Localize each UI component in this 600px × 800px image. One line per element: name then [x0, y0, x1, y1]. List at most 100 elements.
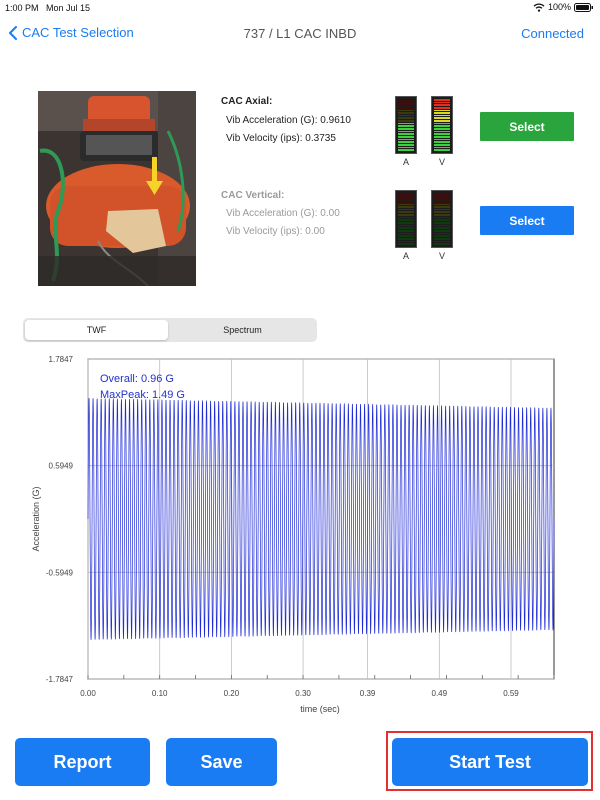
- sensor-axial-accel: Vib Acceleration (G): 0.9610: [226, 115, 351, 126]
- meter-segment: [434, 214, 450, 216]
- meter-segment: [434, 146, 450, 149]
- meter-segment: [398, 120, 414, 122]
- meter-segment: [398, 114, 414, 117]
- meter-segment: [398, 98, 414, 101]
- save-button[interactable]: Save: [166, 738, 277, 786]
- meter-segment: [398, 104, 414, 106]
- tab-twf[interactable]: TWF: [25, 320, 168, 340]
- meter-segment: [398, 125, 414, 128]
- meter-segment: [434, 114, 450, 117]
- equipment-photo: [38, 91, 196, 286]
- view-segmented-control: TWF Spectrum: [23, 318, 317, 342]
- meter-label-v: V: [438, 251, 445, 261]
- meter-axial-velocity: [431, 96, 453, 154]
- x-tick-label: 0.49: [432, 689, 448, 698]
- meter-segment: [434, 203, 450, 206]
- meter-segment: [398, 138, 414, 141]
- x-tick-label: 0.20: [224, 689, 240, 698]
- y-tick-label: -0.5949: [46, 568, 74, 577]
- meter-segment: [398, 195, 414, 198]
- meter-segment: [398, 141, 414, 144]
- meter-segment: [398, 117, 414, 120]
- meter-segment: [434, 141, 450, 144]
- meter-segment: [398, 136, 414, 138]
- meter-segment: [434, 125, 450, 128]
- meter-segment: [434, 120, 450, 122]
- meter-segment: [434, 198, 450, 200]
- meter-segment: [398, 130, 414, 133]
- meter-segment: [434, 138, 450, 141]
- meter-segment: [434, 109, 450, 112]
- meter-segment: [434, 206, 450, 208]
- meter-segment: [434, 192, 450, 195]
- tab-spectrum[interactable]: Spectrum: [170, 320, 315, 340]
- meter-segment: [434, 136, 450, 138]
- y-axis-label: Acceleration (G): [31, 486, 41, 551]
- meter-segment: [398, 101, 414, 104]
- annotation-maxpeak: MaxPeak: 1.49 G: [100, 389, 185, 401]
- sensor-vertical-title: CAC Vertical:: [221, 190, 285, 201]
- meter-segment: [398, 235, 414, 238]
- y-tick-label: -1.7847: [46, 675, 74, 684]
- meter-segment: [434, 224, 450, 227]
- meter-segment: [398, 112, 414, 114]
- meter-segment: [434, 219, 450, 222]
- connection-status[interactable]: Connected: [521, 26, 584, 41]
- start-test-button[interactable]: Start Test: [392, 738, 588, 786]
- meter-segment: [398, 227, 414, 230]
- meter-segment: [398, 208, 414, 211]
- status-right: 100%: [533, 2, 594, 12]
- x-tick-label: 0.00: [80, 689, 96, 698]
- meter-segment: [398, 109, 414, 112]
- meter-segment: [434, 117, 450, 120]
- x-tick-label: 0.59: [503, 689, 519, 698]
- meter-segment: [434, 243, 450, 245]
- meter-segment: [434, 230, 450, 232]
- meter-segment: [434, 133, 450, 136]
- report-button[interactable]: Report: [15, 738, 150, 786]
- status-time: 1:00 PM: [5, 3, 39, 13]
- x-axis-label: time (sec): [300, 704, 340, 714]
- meter-vertical-velocity: [431, 190, 453, 248]
- meter-segment: [434, 98, 450, 101]
- meter-segment: [398, 219, 414, 222]
- battery-icon: [574, 2, 593, 12]
- meter-segment: [434, 195, 450, 198]
- meter-segment: [398, 240, 414, 243]
- meter-segment: [434, 112, 450, 114]
- meter-segment: [434, 232, 450, 235]
- meter-segment: [434, 208, 450, 211]
- meter-segment: [434, 227, 450, 230]
- select-axial-button[interactable]: Select: [480, 112, 574, 141]
- meter-segment: [434, 149, 450, 151]
- page-title: 737 / L1 CAC INBD: [243, 26, 357, 41]
- meter-segment: [398, 128, 414, 130]
- meter-segment: [434, 222, 450, 224]
- sensor-axial-velocity: Vib Velocity (ips): 0.3735: [226, 133, 336, 144]
- x-tick-label: 0.10: [152, 689, 168, 698]
- meter-segment: [434, 128, 450, 130]
- x-axis-ticks: 0.00 0.10 0.20 0.30 0.39 0.49 0.59: [80, 689, 519, 698]
- meter-segment: [398, 211, 414, 214]
- meter-segment: [398, 106, 414, 109]
- meter-segment: [434, 216, 450, 219]
- meter-segment: [434, 130, 450, 133]
- meter-axial-accel: [395, 96, 417, 154]
- meter-segment: [434, 240, 450, 243]
- status-date: Mon Jul 15: [46, 3, 91, 13]
- meter-segment: [398, 238, 414, 240]
- meter-label-a: A: [402, 251, 409, 261]
- meter-segment: [398, 243, 414, 245]
- meter-segment: [434, 211, 450, 214]
- sensor-vertical-accel: Vib Acceleration (G): 0.00: [226, 208, 340, 219]
- meter-segment: [398, 222, 414, 224]
- annotation-overall: Overall: 0.96 G: [100, 373, 174, 385]
- wifi-icon: [533, 2, 545, 12]
- y-axis-ticks: 1.7847 0.5949 -0.5949 -1.7847: [46, 355, 74, 684]
- select-vertical-button[interactable]: Select: [480, 206, 574, 235]
- meter-segment: [398, 200, 414, 203]
- meter-segment: [434, 235, 450, 238]
- meter-segment: [398, 214, 414, 216]
- meter-segment: [398, 232, 414, 235]
- battery-percent: 100%: [547, 2, 571, 12]
